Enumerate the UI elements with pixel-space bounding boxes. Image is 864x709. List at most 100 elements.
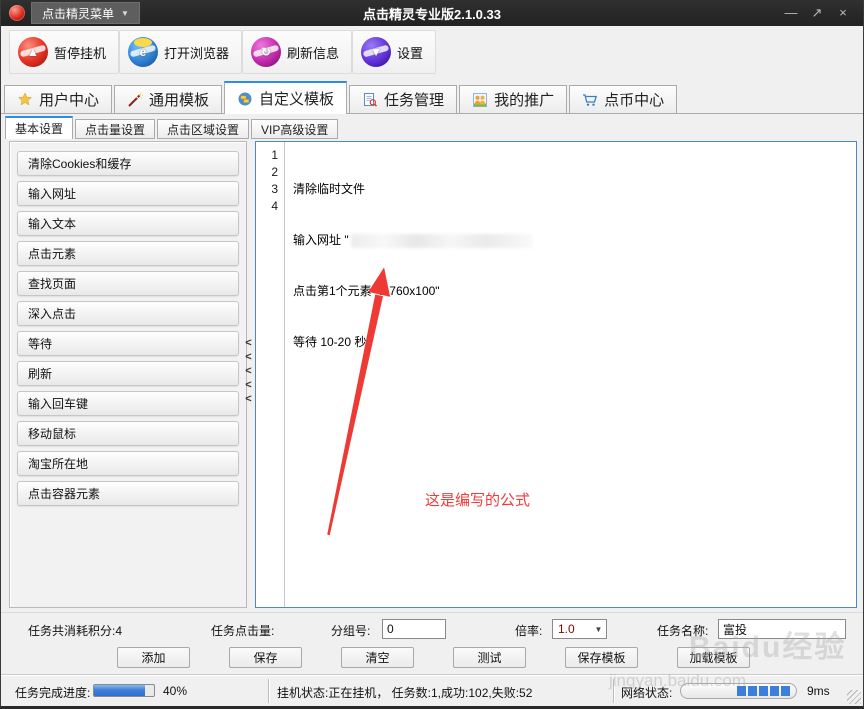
divider bbox=[268, 679, 270, 703]
tab-label: 自定义模板 bbox=[259, 88, 334, 109]
signal-block bbox=[748, 686, 757, 696]
tab-label: 我的推广 bbox=[494, 89, 554, 110]
pause-hangup-button[interactable]: ▲ 暂停挂机 bbox=[9, 30, 119, 74]
progress-percent: 40% bbox=[163, 684, 187, 698]
task-name-input[interactable] bbox=[718, 619, 846, 639]
tab-task-manage[interactable]: 任务管理 bbox=[349, 85, 457, 113]
subtab-vip-advanced-settings[interactable]: VIP高级设置 bbox=[251, 119, 338, 139]
title-bar: 点击精灵菜单 ▼ 点击精灵专业版2.1.0.33 — ↗ × bbox=[1, 0, 863, 26]
resize-grip[interactable] bbox=[847, 690, 861, 704]
tab-label: 任务管理 bbox=[384, 89, 444, 110]
script-editor[interactable]: 1 2 3 4 清除临时文件 输入网址 " 点击第1个元素 "m760x100"… bbox=[255, 141, 857, 608]
subtab-label: 基本设置 bbox=[15, 120, 63, 137]
main-tab-bar: 用户中心 通用模板 自定义模板 任务管理 我的推广 点币中心 bbox=[1, 80, 863, 114]
app-menu-button[interactable]: 点击精灵菜单 ▼ bbox=[31, 2, 140, 24]
group-number-label: 分组号: bbox=[331, 622, 370, 639]
tab-label: 点币中心 bbox=[604, 89, 664, 110]
refresh-info-ball-icon: ↻ bbox=[251, 37, 281, 67]
rate-dropdown[interactable]: 1.0 ▼ bbox=[552, 619, 607, 639]
sidebar-btn-find-page[interactable]: 查找页面 bbox=[17, 271, 239, 296]
splitter-handle[interactable]: < < < < < bbox=[242, 336, 255, 406]
star-icon bbox=[17, 92, 33, 108]
script-text-area[interactable]: 清除临时文件 输入网址 " 点击第1个元素 "m760x100" 等待 10-2… bbox=[285, 142, 856, 607]
tab-label: 通用模板 bbox=[149, 89, 209, 110]
points-consumed-label: 任务共消耗积分:4 bbox=[28, 622, 122, 639]
chevron-down-icon: ▼ bbox=[591, 625, 606, 634]
tab-my-promotion[interactable]: 我的推广 bbox=[459, 85, 567, 113]
clear-button[interactable]: 清空 bbox=[341, 647, 414, 668]
sidebar-btn-input-text[interactable]: 输入文本 bbox=[17, 211, 239, 236]
sidebar-btn-deep-click[interactable]: 深入点击 bbox=[17, 301, 239, 326]
refresh-info-button[interactable]: ↻ 刷新信息 bbox=[242, 30, 352, 74]
line-number: 1 bbox=[256, 147, 278, 164]
close-button[interactable]: × bbox=[835, 5, 851, 21]
app-logo-icon bbox=[9, 5, 25, 21]
chevron-left-icon: < bbox=[245, 350, 251, 364]
template-blocks-icon bbox=[237, 91, 253, 107]
minimize-button[interactable]: — bbox=[783, 5, 799, 21]
sidebar-btn-click-element[interactable]: 点击元素 bbox=[17, 241, 239, 266]
open-browser-ball-icon: e bbox=[128, 37, 158, 67]
code-line: 等待 10-20 秒 bbox=[293, 334, 856, 351]
save-button[interactable]: 保存 bbox=[229, 647, 302, 668]
save-template-button[interactable]: 保存模板 bbox=[565, 647, 638, 668]
chevron-left-icon: < bbox=[245, 392, 251, 406]
doc-magnifier-icon bbox=[362, 92, 378, 108]
add-button[interactable]: 添加 bbox=[117, 647, 190, 668]
settings-label: 设置 bbox=[397, 43, 423, 62]
code-line-text: 点击第1个元素 "m760x100" bbox=[293, 283, 440, 300]
status-bar: 任务完成进度: 40% 挂机状态:正在挂机， 任务数:1,成功:102,失败:5… bbox=[1, 674, 863, 706]
sidebar-btn-clear-cookies[interactable]: 清除Cookies和缓存 bbox=[17, 151, 239, 176]
progress-label: 任务完成进度: bbox=[15, 684, 90, 701]
sidebar-btn-click-container[interactable]: 点击容器元素 bbox=[17, 481, 239, 506]
sidebar-btn-refresh[interactable]: 刷新 bbox=[17, 361, 239, 386]
code-line: 点击第1个元素 "m760x100" bbox=[293, 283, 856, 300]
settings-ball-icon: ▼ bbox=[361, 37, 391, 67]
subtab-click-area-settings[interactable]: 点击区域设置 bbox=[157, 119, 249, 139]
sidebar-btn-taobao-location[interactable]: 淘宝所在地 bbox=[17, 451, 239, 476]
code-line: 输入网址 " bbox=[293, 232, 856, 249]
subtab-click-volume-settings[interactable]: 点击量设置 bbox=[75, 119, 155, 139]
divider bbox=[613, 679, 615, 703]
tab-custom-template[interactable]: 自定义模板 bbox=[224, 81, 347, 114]
sub-tab-bar: 基本设置 点击量设置 点击区域设置 VIP高级设置 bbox=[5, 116, 340, 139]
test-button[interactable]: 测试 bbox=[453, 647, 526, 668]
rate-label: 倍率: bbox=[515, 622, 542, 639]
network-status-label: 网络状态: bbox=[621, 684, 672, 701]
app-menu-label: 点击精灵菜单 bbox=[42, 5, 114, 22]
subtab-basic-settings[interactable]: 基本设置 bbox=[5, 116, 73, 139]
magic-wand-icon bbox=[127, 92, 143, 108]
tab-general-template[interactable]: 通用模板 bbox=[114, 85, 222, 113]
signal-block bbox=[770, 686, 779, 696]
refresh-info-label: 刷新信息 bbox=[287, 43, 339, 62]
sidebar-btn-move-mouse[interactable]: 移动鼠标 bbox=[17, 421, 239, 446]
maximize-button[interactable]: ↗ bbox=[809, 5, 825, 21]
task-form-panel: 任务共消耗积分:4 任务点击量: 分组号: 倍率: 1.0 ▼ 任务名称: 添加… bbox=[1, 612, 863, 674]
tab-label: 用户中心 bbox=[39, 89, 99, 110]
shopping-cart-icon bbox=[582, 92, 598, 108]
sidebar-btn-wait[interactable]: 等待 bbox=[17, 331, 239, 356]
tab-coin-center[interactable]: 点币中心 bbox=[569, 85, 677, 113]
sidebar-btn-input-url[interactable]: 输入网址 bbox=[17, 181, 239, 206]
group-number-input[interactable] bbox=[382, 619, 446, 639]
people-icon bbox=[472, 92, 488, 108]
pause-hangup-ball-icon: ▲ bbox=[18, 37, 48, 67]
line-number: 4 bbox=[256, 198, 278, 215]
window-controls: — ↗ × bbox=[783, 5, 863, 21]
sidebar-btn-input-enter[interactable]: 输入回车键 bbox=[17, 391, 239, 416]
task-clicks-label: 任务点击量: bbox=[211, 622, 274, 639]
chevron-left-icon: < bbox=[245, 364, 251, 378]
code-line-text: 输入网址 " bbox=[293, 232, 349, 249]
signal-block bbox=[737, 686, 746, 696]
load-template-button[interactable]: 加载模板 bbox=[677, 647, 750, 668]
progress-bar bbox=[93, 684, 155, 697]
chevron-down-icon: ▼ bbox=[121, 9, 129, 18]
toolbar: ▲ 暂停挂机 e 打开浏览器 ↻ 刷新信息 ▼ 设置 bbox=[1, 26, 863, 80]
open-browser-label: 打开浏览器 bbox=[164, 43, 229, 62]
open-browser-button[interactable]: e 打开浏览器 bbox=[119, 30, 242, 74]
network-signal-meter bbox=[680, 683, 797, 699]
settings-button[interactable]: ▼ 设置 bbox=[352, 30, 436, 74]
tab-user-center[interactable]: 用户中心 bbox=[4, 85, 112, 113]
chevron-left-icon: < bbox=[245, 336, 251, 350]
rate-value: 1.0 bbox=[553, 622, 591, 636]
